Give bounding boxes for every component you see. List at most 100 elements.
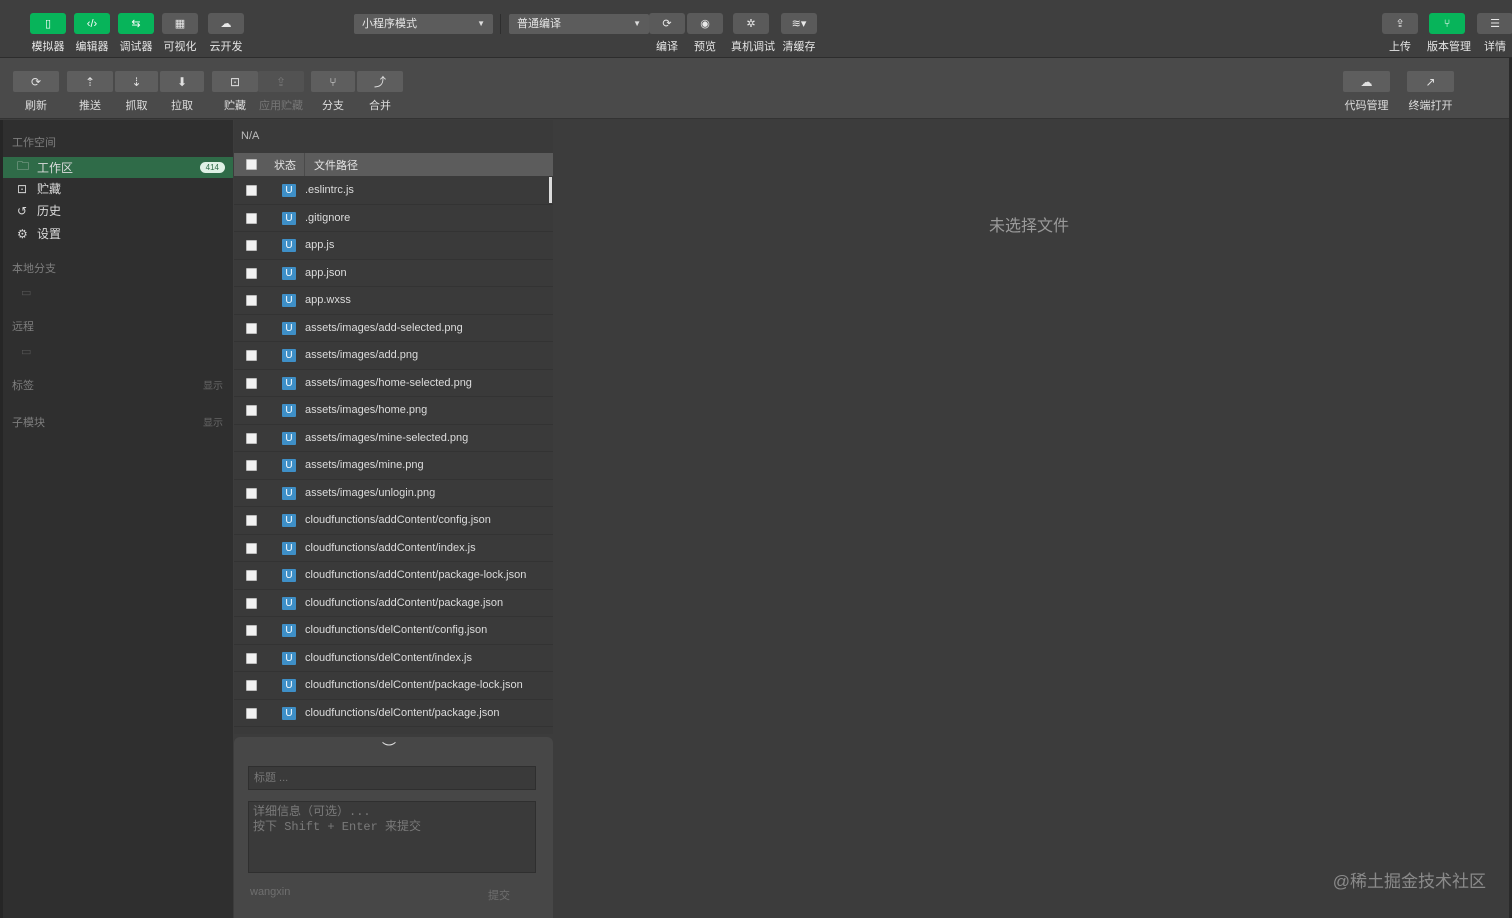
file-checkbox[interactable]	[246, 487, 257, 499]
commit-submit-button[interactable]: 提交	[488, 887, 510, 903]
right-item-1[interactable]: ⑂ 版本管理	[1427, 13, 1471, 54]
git-item-7[interactable]: ⤴ 合并	[357, 71, 403, 113]
menu-icon[interactable]: ☰	[1477, 13, 1512, 34]
refresh-icon[interactable]: ⟳	[13, 71, 59, 92]
file-checkbox[interactable]	[246, 350, 257, 361]
sidebar-item-0[interactable]: 🗀 工作区 414	[3, 157, 233, 178]
path-column-header[interactable]: 文件路径	[314, 157, 358, 173]
file-row[interactable]: Uassets/images/mine-selected.png	[234, 425, 553, 452]
file-row[interactable]: Ucloudfunctions/addContent/index.js	[234, 535, 553, 562]
file-checkbox[interactable]	[246, 240, 257, 251]
file-list-scrollbar[interactable]	[549, 177, 552, 203]
file-row[interactable]: Uapp.js	[234, 232, 553, 260]
toolbar-item-3[interactable]: ▦ 可视化	[160, 13, 200, 54]
file-row[interactable]: Uassets/images/add.png	[234, 342, 553, 370]
compile-select[interactable]: 普通编译 ▼	[509, 14, 649, 34]
action-item-0[interactable]: ⟳ 编译	[647, 13, 687, 54]
layout-icon[interactable]: ▦	[162, 13, 198, 34]
file-row[interactable]: Uassets/images/unlogin.png	[234, 480, 553, 507]
merge-icon[interactable]: ⤴	[357, 71, 403, 92]
toolbar-item-4[interactable]: ☁ 云开发	[206, 13, 246, 54]
file-row[interactable]: Ucloudfunctions/addContent/package-lock.…	[234, 562, 553, 590]
file-checkbox[interactable]	[246, 570, 257, 581]
file-checkbox[interactable]	[246, 405, 257, 416]
upload-icon[interactable]: ⇪	[1382, 13, 1418, 34]
action-item-3[interactable]: ≋▾ 清缓存	[779, 13, 819, 54]
file-row[interactable]: Ucloudfunctions/delContent/config.json	[234, 617, 553, 645]
sidebar-item-1[interactable]: ⊡ 贮藏	[3, 178, 233, 199]
git-right-item-1[interactable]: ↗ 终端打开	[1407, 71, 1454, 113]
toolbar-item-0[interactable]: ▯ 模拟器	[28, 13, 68, 54]
branch-icon[interactable]: ⑂	[311, 71, 355, 92]
file-checkbox[interactable]	[246, 625, 257, 636]
bug-icon[interactable]: ✲	[733, 13, 769, 34]
phone-icon[interactable]: ▯	[30, 13, 66, 34]
git-branch-icon[interactable]: ⑂	[1429, 13, 1465, 34]
refresh-icon[interactable]: ⟳	[649, 13, 685, 34]
commit-description-input[interactable]	[248, 801, 536, 873]
eye-icon[interactable]: ◉	[687, 13, 723, 34]
file-row[interactable]: U .gitignore	[234, 205, 553, 232]
file-row[interactable]: Uapp.json	[234, 260, 553, 287]
code-icon[interactable]: ‹/›	[74, 13, 110, 34]
file-checkbox[interactable]	[246, 322, 257, 334]
right-item-2[interactable]: ☰ 详情	[1475, 13, 1512, 54]
file-row[interactable]: Ucloudfunctions/delContent/index.js	[234, 645, 553, 672]
file-checkbox[interactable]	[246, 680, 257, 691]
git-item-6[interactable]: ⑂ 分支	[311, 71, 355, 113]
git-item-2[interactable]: ⇣ 抓取	[115, 71, 158, 113]
toolbar-item-2[interactable]: ⇆ 调试器	[116, 13, 156, 54]
git-item-4[interactable]: ⊡ 贮藏	[212, 71, 258, 113]
file-row[interactable]: Ucloudfunctions/addContent/package.json	[234, 590, 553, 617]
file-checkbox[interactable]	[246, 432, 257, 444]
cloud-icon[interactable]: ☁	[208, 13, 244, 34]
file-row[interactable]: Ucloudfunctions/delContent/package.json	[234, 700, 553, 727]
file-row[interactable]: Ucloudfunctions/addContent/config.json	[234, 507, 553, 535]
git-item-0[interactable]: ⟳ 刷新	[13, 71, 59, 113]
git-item-1[interactable]: ⇡ 推送	[67, 71, 113, 113]
file-checkbox[interactable]	[246, 212, 257, 224]
file-path: .eslintrc.js	[305, 184, 354, 197]
file-checkbox[interactable]	[246, 295, 257, 306]
file-row[interactable]: Ucloudfunctions/delContent/package-lock.…	[234, 672, 553, 700]
file-row[interactable]: Uapp.wxss	[234, 287, 553, 315]
mode-select[interactable]: 小程序模式 ▼	[354, 14, 493, 34]
action-item-1[interactable]: ◉ 预览	[685, 13, 725, 54]
file-checkbox[interactable]	[246, 377, 257, 389]
git-item-3[interactable]: ⬇ 拉取	[160, 71, 204, 113]
file-row[interactable]: Uassets/images/home.png	[234, 397, 553, 425]
file-checkbox[interactable]	[246, 267, 257, 279]
file-row[interactable]: Uassets/images/add-selected.png	[234, 315, 553, 342]
git-right-item-0[interactable]: ☁ 代码管理	[1343, 71, 1390, 113]
file-checkbox[interactable]	[246, 460, 257, 471]
file-row[interactable]: U .eslintrc.js	[234, 177, 553, 205]
status-column-header[interactable]: 状态	[274, 157, 296, 173]
file-row[interactable]: Uassets/images/home-selected.png	[234, 370, 553, 397]
layers-icon[interactable]: ≋▾	[781, 13, 817, 34]
collapse-chevron-icon[interactable]: ︶	[382, 739, 396, 759]
stash-icon[interactable]: ⊡	[212, 71, 258, 92]
file-row[interactable]: Uassets/images/mine.png	[234, 452, 553, 480]
file-checkbox[interactable]	[246, 185, 257, 196]
toolbar-item-1[interactable]: ‹/› 编辑器	[72, 13, 112, 54]
pull-icon[interactable]: ⬇	[160, 71, 204, 92]
file-checkbox[interactable]	[246, 707, 257, 719]
file-checkbox[interactable]	[246, 652, 257, 664]
sidebar-item-3[interactable]: ⚙ 设置	[3, 223, 233, 244]
push-icon[interactable]: ⇡	[67, 71, 113, 92]
right-item-0[interactable]: ⇪ 上传	[1380, 13, 1420, 54]
fetch-icon[interactable]: ⇣	[115, 71, 158, 92]
debug-icon[interactable]: ⇆	[118, 13, 154, 34]
file-checkbox[interactable]	[246, 542, 257, 554]
action-item-2[interactable]: ✲ 真机调试	[731, 13, 775, 54]
select-all-checkbox[interactable]	[246, 159, 257, 170]
file-checkbox[interactable]	[246, 597, 257, 609]
cloud-code-icon[interactable]: ☁	[1343, 71, 1390, 92]
column-divider[interactable]	[304, 153, 305, 176]
external-icon[interactable]: ↗	[1407, 71, 1454, 92]
sidebar-item-2[interactable]: ↺ 历史	[3, 200, 233, 221]
tags-show-toggle[interactable]: 显示	[203, 377, 223, 392]
submodule-show-toggle[interactable]: 显示	[203, 414, 223, 429]
commit-title-input[interactable]	[248, 766, 536, 790]
file-checkbox[interactable]	[246, 515, 257, 526]
